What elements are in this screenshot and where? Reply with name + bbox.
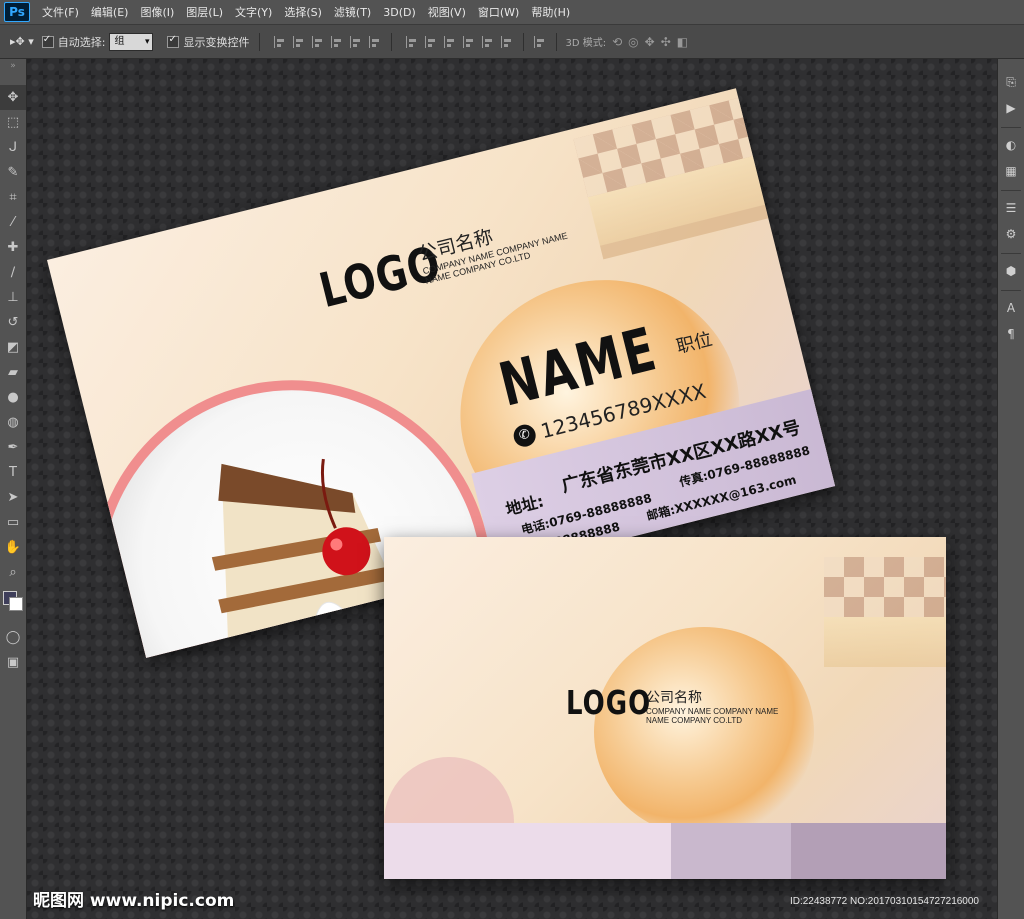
align-bottom-icon[interactable] [312,35,324,48]
blur-tool-icon[interactable]: ● [0,385,26,410]
document-canvas[interactable]: LOGO 公司名称 COMPANY NAME COMPANY NAME NAME… [27,59,997,919]
back-strip-mid [671,823,791,879]
menu-view[interactable]: 视图(V) [422,4,472,20]
hand-tool-icon[interactable]: ✋ [0,535,26,560]
align-left-icon[interactable] [331,35,343,48]
swatches-panel-icon[interactable]: ▦ [998,158,1024,184]
distribute-buttons [406,35,513,48]
menu-help[interactable]: 帮助(H) [525,4,576,20]
menu-bar: Ps 文件(F) 编辑(E) 图像(I) 图层(L) 文字(Y) 选择(S) 滤… [0,0,1024,25]
menu-image[interactable]: 图像(I) [134,4,180,20]
back-logo: LOGO [566,685,652,723]
watermark: 昵图网 www.nipic.com [33,891,235,911]
divider [556,32,558,51]
divider [259,32,261,51]
healing-tool-icon[interactable]: ✚ [0,235,26,260]
auto-select-checkbox[interactable] [41,34,54,48]
show-transform-checkbox[interactable] [167,34,180,48]
back-strip-light [384,823,671,879]
menu-window[interactable]: 窗口(W) [472,4,525,20]
align-top-icon[interactable] [274,35,286,48]
eraser-tool-icon[interactable]: ◩ [0,335,26,360]
menu-filter[interactable]: 滤镜(T) [328,4,377,20]
background-color-swatch[interactable] [9,597,23,611]
3d-rotate-icon[interactable]: ⟲ [612,35,622,49]
crop-tool-icon[interactable]: ⌗ [0,185,26,210]
zoom-tool-icon[interactable]: ⌕ [0,560,26,585]
3d-panel-icon[interactable]: ⬢ [998,258,1024,284]
divider [523,32,525,51]
image-id-label: ID:22438772 NO:20170310154727216000 [789,896,979,907]
tools-panel: » ✥ ⬚ ᒍ ✎ ⌗ ⁄ ✚ ∕ ⊥ ↺ ◩ ▰ ● ◍ ✒ T ➤ ▭ ✋ … [0,59,27,919]
menu-select[interactable]: 选择(S) [278,4,328,20]
auto-align-icon[interactable] [534,35,546,48]
menu-edit[interactable]: 编辑(E) [85,4,135,20]
history-panel-icon[interactable]: ⎘ [998,69,1024,95]
eyedropper-tool-icon[interactable]: ⁄ [0,210,26,235]
gradient-tool-icon[interactable]: ▰ [0,360,26,385]
back-company-name-en: COMPANY NAME COMPANY NAME NAME COMPANY C… [646,707,778,725]
quick-mask-icon[interactable]: ◯ [0,625,26,650]
auto-select-option[interactable]: 自动选择: 组 [41,32,154,51]
photoshop-logo: Ps [4,2,30,22]
dodge-tool-icon[interactable]: ◍ [0,410,26,435]
paragraph-panel-icon[interactable]: ¶ [998,321,1024,347]
distribute-left-icon[interactable] [463,35,475,48]
menu-layer[interactable]: 图层(L) [180,4,229,20]
back-company-name-cn: 公司名称 [646,690,702,706]
move-tool-preset-icon[interactable]: ▸✥ ▾ [10,35,34,48]
stamp-tool-icon[interactable]: ⊥ [0,285,26,310]
shape-tool-icon[interactable]: ▭ [0,510,26,535]
properties-panel-icon[interactable]: ⚙ [998,221,1024,247]
back-company-en-line2: NAME COMPANY CO.LTD [646,716,743,726]
color-panel-icon[interactable]: ◐ [998,132,1024,158]
menu-type[interactable]: 文字(Y) [229,4,278,20]
distribute-vcenter-icon[interactable] [425,35,437,48]
move-tool-icon[interactable]: ✥ [0,85,26,110]
divider [391,32,393,51]
toolbar-collapse-icon[interactable]: » [0,59,26,85]
panel-dock: ⎘ ▶ ◐ ▦ ☰ ⚙ ⬢ A ¶ [997,59,1024,919]
distribute-top-icon[interactable] [406,35,418,48]
tart-image [594,627,814,837]
lasso-tool-icon[interactable]: ᒍ [0,135,26,160]
pen-tool-icon[interactable]: ✒ [0,435,26,460]
3d-roll-icon[interactable]: ◎ [628,35,638,49]
menu-3d[interactable]: 3D(D) [377,6,422,19]
history-brush-tool-icon[interactable]: ↺ [0,310,26,335]
align-right-icon[interactable] [369,35,381,48]
3d-slide-icon[interactable]: ✣ [661,35,671,49]
business-card-back: LOGO 公司名称 COMPANY NAME COMPANY NAME NAME… [384,537,946,879]
distribute-bottom-icon[interactable] [444,35,456,48]
distribute-hcenter-icon[interactable] [482,35,494,48]
screen-mode-icon[interactable]: ▣ [0,650,26,675]
3d-scale-icon[interactable]: ◧ [677,35,688,49]
3d-mode-label: 3D 模式: [565,38,607,49]
type-tool-icon[interactable]: T [0,460,26,485]
show-transform-option[interactable]: 显示变换控件 [167,34,249,50]
show-transform-label: 显示变换控件 [183,35,250,49]
options-bar: ▸✥ ▾ 自动选择: 组 显示变换控件 3D 模式: ⟲ ◎ ✥ ✣ ◧ [0,25,1024,59]
color-swatches [0,585,26,625]
auto-select-dropdown[interactable]: 组 [109,32,154,51]
cake-photo-background [824,557,946,617]
back-company-en-line1: COMPANY NAME COMPANY NAME [646,707,779,716]
adjustments-panel-icon[interactable]: ☰ [998,195,1024,221]
auto-select-label: 自动选择: [57,35,106,49]
distribute-right-icon[interactable] [501,35,513,48]
align-hcenter-icon[interactable] [350,35,362,48]
cake-layer-decor [824,617,946,667]
marquee-tool-icon[interactable]: ⬚ [0,110,26,135]
character-panel-icon[interactable]: A [998,295,1024,321]
actions-panel-icon[interactable]: ▶ [998,95,1024,121]
brush-tool-icon[interactable]: ∕ [0,260,26,285]
path-select-tool-icon[interactable]: ➤ [0,485,26,510]
align-vcenter-icon[interactable] [293,35,305,48]
back-strip-dark [791,823,946,879]
quick-select-tool-icon[interactable]: ✎ [0,160,26,185]
align-buttons [274,35,381,48]
menu-file[interactable]: 文件(F) [36,4,85,20]
3d-drag-icon[interactable]: ✥ [645,35,655,49]
